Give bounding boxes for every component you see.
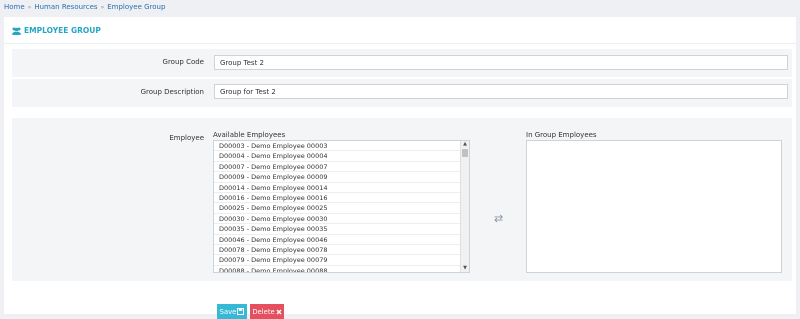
- group-code-input[interactable]: [214, 55, 788, 70]
- users-icon: [11, 27, 22, 35]
- group-description-row: Group Description: [12, 79, 792, 107]
- scroll-down-icon[interactable]: ▼: [461, 265, 469, 272]
- employee-group-card: EMPLOYEE GROUP Group Code Group Descript…: [4, 17, 796, 319]
- available-employee-option[interactable]: D00014 - Demo Employee 00014: [214, 183, 469, 193]
- available-employee-option[interactable]: D00007 - Demo Employee 00007: [214, 162, 469, 173]
- scrollbar-thumb[interactable]: [462, 149, 468, 157]
- available-employee-option[interactable]: D00078 - Demo Employee 00078: [214, 245, 469, 256]
- delete-button-label: Delete: [252, 307, 275, 316]
- available-employee-option[interactable]: D00009 - Demo Employee 00009: [214, 172, 469, 183]
- available-employee-option[interactable]: D00079 - Demo Employee 00079: [214, 255, 469, 266]
- employee-label: Employee: [169, 134, 204, 142]
- delete-x-icon: [276, 309, 282, 314]
- available-employees-caption: Available Employees: [213, 131, 286, 139]
- save-button[interactable]: Save: [217, 304, 247, 319]
- available-employee-option[interactable]: D00004 - Demo Employee 00004: [214, 151, 469, 162]
- available-employee-option[interactable]: D00046 - Demo Employee 00046: [214, 235, 469, 245]
- breadcrumb-current: Employee Group: [107, 3, 166, 11]
- title-divider: [4, 43, 796, 44]
- employee-row: Employee Available Employees D00003 - De…: [12, 118, 792, 281]
- delete-button[interactable]: Delete: [250, 304, 284, 319]
- page-title-text: EMPLOYEE GROUP: [24, 26, 101, 35]
- available-employee-option[interactable]: D00003 - Demo Employee 00003: [214, 141, 469, 152]
- page-title: EMPLOYEE GROUP: [11, 26, 101, 35]
- available-employee-option[interactable]: D00088 - Demo Employee 00088: [214, 266, 469, 272]
- available-employee-option[interactable]: D00025 - Demo Employee 00025: [214, 203, 469, 214]
- scroll-up-icon[interactable]: ▲: [461, 141, 469, 148]
- group-description-input[interactable]: [214, 84, 788, 99]
- transfer-arrows-icon[interactable]: ⇄: [494, 212, 503, 225]
- group-description-label: Group Description: [140, 88, 204, 96]
- available-employees-list: D00003 - Demo Employee 00003 D00004 - Dem…: [214, 141, 469, 272]
- available-employees-listbox[interactable]: D00003 - Demo Employee 00003 D00004 - Dem…: [213, 140, 470, 273]
- breadcrumb-separator: »: [100, 3, 105, 11]
- breadcrumb-home-link[interactable]: Home: [4, 3, 25, 11]
- available-employee-option[interactable]: D00035 - Demo Employee 00035: [214, 224, 469, 235]
- breadcrumb: Home » Human Resources » Employee Group: [4, 2, 165, 12]
- available-employee-option[interactable]: D00016 - Demo Employee 00016: [214, 193, 469, 204]
- breadcrumb-separator: »: [27, 3, 32, 11]
- save-button-label: Save: [219, 307, 237, 316]
- group-code-row: Group Code: [12, 49, 792, 77]
- in-group-employees-caption: In Group Employees: [526, 131, 597, 139]
- breadcrumb-section-link[interactable]: Human Resources: [34, 3, 97, 11]
- group-code-label: Group Code: [162, 58, 204, 66]
- listbox-scrollbar[interactable]: ▲ ▼: [460, 141, 469, 272]
- in-group-employees-listbox[interactable]: [526, 140, 782, 273]
- save-icon: [237, 308, 245, 315]
- available-employee-option[interactable]: D00030 - Demo Employee 00030: [214, 214, 469, 225]
